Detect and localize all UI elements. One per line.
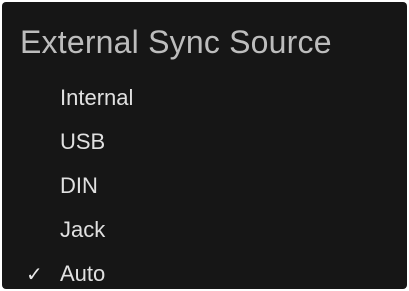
menu-item-label: DIN	[60, 173, 98, 198]
checkmark-icon: ✓	[26, 262, 43, 286]
menu-item-label: Auto	[60, 261, 106, 286]
page-title: External Sync Source	[20, 24, 332, 60]
menu-item-internal[interactable]: Internal	[2, 76, 407, 120]
menu-item-jack[interactable]: Jack	[2, 208, 407, 252]
menu-item-din[interactable]: DIN	[2, 164, 407, 208]
menu-item-label: USB	[60, 129, 106, 154]
sync-source-menu: Internal USB DIN Jack ✓ Auto	[2, 76, 407, 289]
menu-item-auto[interactable]: ✓ Auto	[2, 252, 407, 289]
sync-source-screen: External Sync Source Internal USB DIN Ja…	[2, 2, 407, 289]
menu-item-label: Internal	[60, 85, 134, 110]
menu-item-usb[interactable]: USB	[2, 120, 407, 164]
menu-item-label: Jack	[60, 217, 106, 242]
